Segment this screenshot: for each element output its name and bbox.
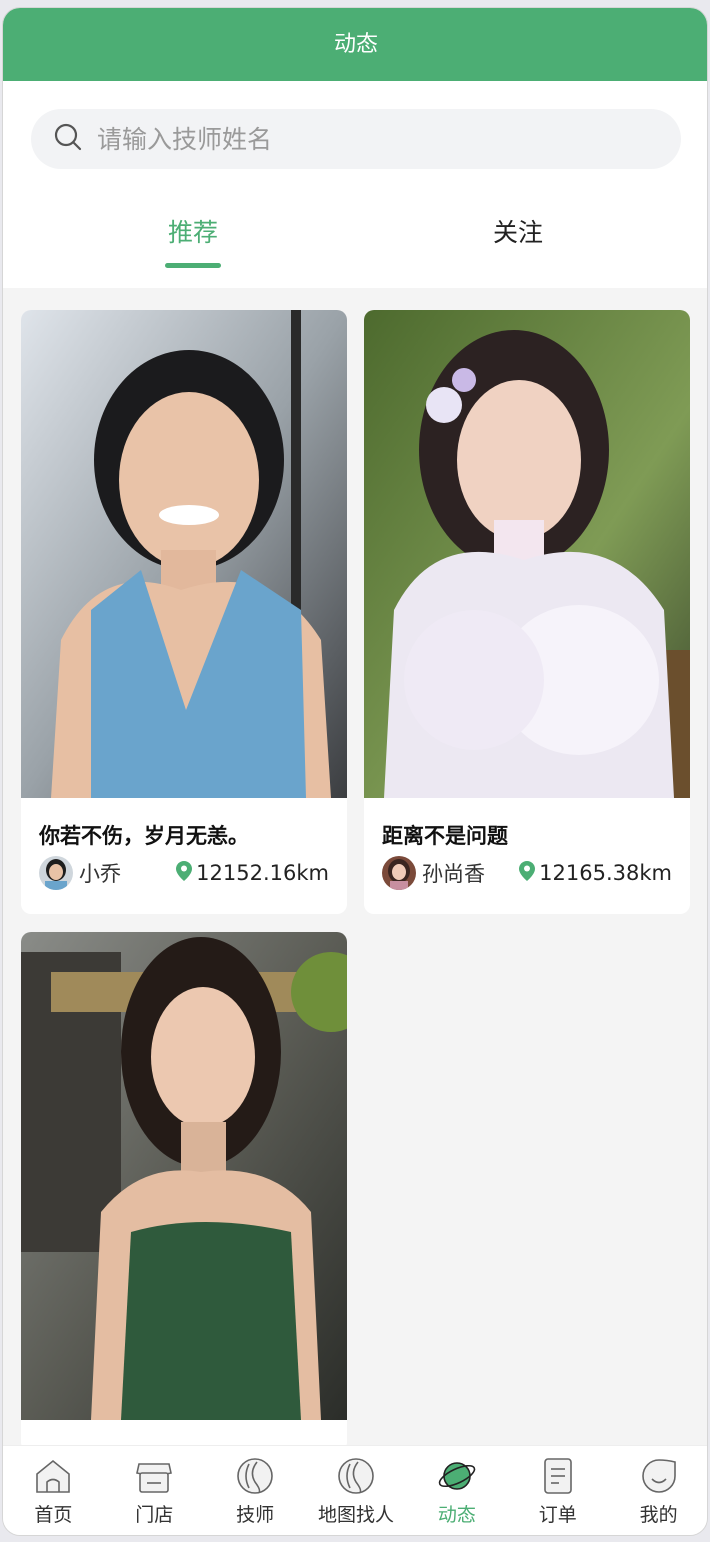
post-title: 你若不伤，岁月无恙。 [39,824,249,848]
distance-value: 12165.38km [539,861,672,885]
active-tab-indicator [165,263,221,268]
distance: 12165.38km [518,860,672,887]
tabbar-label: 门店 [135,1504,174,1526]
home-icon [3,1456,104,1496]
tabbar-item-feed[interactable]: 动态 [406,1446,507,1535]
tab-recommend[interactable]: 推荐 [113,213,273,249]
order-icon [507,1456,608,1496]
tabbar-label: 我的 [639,1504,678,1526]
search-icon [53,122,83,156]
tabbar-label: 订单 [538,1504,577,1526]
tabbar-item-technician[interactable]: 技师 [205,1446,306,1535]
location-pin-icon [518,860,539,887]
author-name: 小乔 [79,862,121,886]
location-pin-icon [175,860,196,887]
page-title: 动态 [333,32,378,57]
nav-bar: 动态 [3,8,707,81]
tabbar-label: 技师 [236,1504,275,1526]
tabbar-item-profile[interactable]: 我的 [608,1446,707,1535]
post-card[interactable] [21,932,347,1452]
planet-icon [406,1456,507,1496]
avatar [39,856,73,890]
post-image [21,310,347,798]
bottom-tab-bar: 首页 门店 技师 地图找人 动态 订单 我的 [3,1445,707,1535]
app-screen: 动态 推荐 关注 [2,7,708,1536]
avatar [382,856,416,890]
post-meta: 小乔 12152.16km [21,846,347,890]
post-card[interactable]: 距离不是问题 孙尚香 12165.38km [364,310,690,914]
profile-icon [608,1456,707,1496]
post-title: 距离不是问题 [382,824,508,848]
tab-bar: 推荐 关注 [3,201,707,288]
search-box[interactable] [31,109,681,169]
search-area: 推荐 关注 [3,81,707,288]
map-person-icon [306,1456,407,1496]
tabbar-item-order[interactable]: 订单 [507,1446,608,1535]
tabbar-label: 地图找人 [318,1504,395,1526]
tabbar-label: 动态 [437,1504,476,1526]
tab-follow[interactable]: 关注 [438,213,598,249]
distance-value: 12152.16km [196,861,329,885]
tabbar-item-map[interactable]: 地图找人 [306,1446,407,1535]
post-image [364,310,690,798]
post-card[interactable]: 你若不伤，岁月无恙。 小乔 12152.16km [21,310,347,914]
post-image [21,932,347,1420]
search-input[interactable] [97,124,657,154]
tabbar-item-store[interactable]: 门店 [104,1446,205,1535]
post-meta: 孙尚香 12165.38km [364,846,690,890]
tabbar-label: 首页 [34,1504,73,1526]
distance: 12152.16km [175,860,329,887]
technician-icon [205,1456,306,1496]
store-icon [104,1456,205,1496]
tabbar-item-home[interactable]: 首页 [3,1446,104,1535]
author-name: 孙尚香 [422,862,485,886]
